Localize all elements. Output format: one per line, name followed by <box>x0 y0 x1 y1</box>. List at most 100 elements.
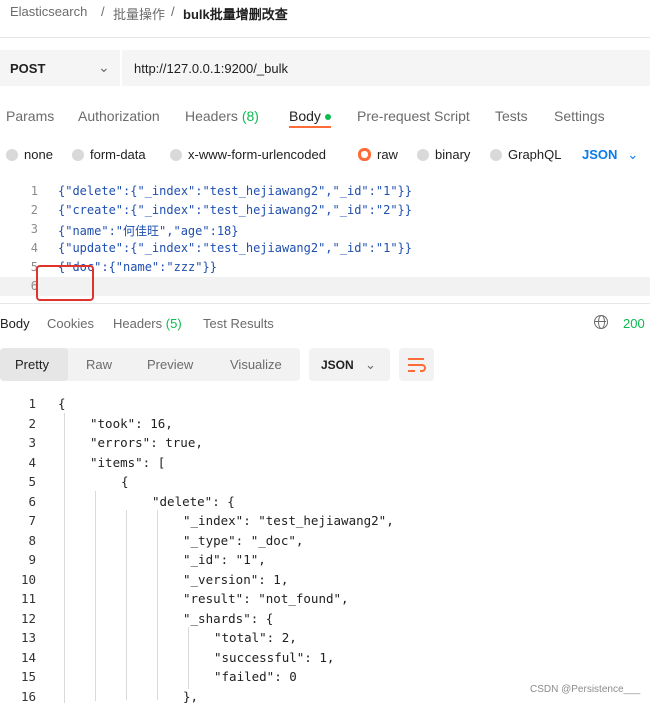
radio-graphql[interactable]: GraphQL <box>490 147 561 162</box>
code-line: {"create":{"_index":"test_hejiawang2","_… <box>58 203 412 217</box>
breadcrumb-root[interactable]: Elasticsearch <box>10 4 87 19</box>
tab-authorization[interactable]: Authorization <box>78 108 160 124</box>
view-mode-segmented: Pretty Raw Preview Visualize <box>0 348 300 381</box>
line-number: 6 <box>0 279 38 293</box>
breadcrumb-folder[interactable]: 批量操作 <box>113 4 165 23</box>
body-format-select[interactable]: JSON⌄ <box>582 147 638 163</box>
watermark: CSDN @Persistence___ <box>530 684 640 695</box>
response-line: 3 "errors": true, <box>0 432 650 452</box>
response-line: 8"_type": "_doc", <box>0 530 650 550</box>
code-line: "errors": true, <box>90 435 203 450</box>
response-line: 7"_index": "test_hejiawang2", <box>0 510 650 530</box>
url-input[interactable]: http://127.0.0.1:9200/_bulk <box>122 50 650 86</box>
radio-form-data[interactable]: form-data <box>72 147 146 162</box>
radio-circle-icon <box>417 149 429 161</box>
response-format-label: JSON <box>321 358 354 372</box>
code-line: }, <box>183 689 198 704</box>
response-line: 5{ <box>0 471 650 491</box>
line-number: 4 <box>0 241 38 255</box>
editor-line: 5 {"doc":{"name":"zzz"}} <box>0 258 650 277</box>
active-tab-indicator <box>289 126 331 128</box>
code-line: "total": 2, <box>214 630 297 645</box>
tab-settings[interactable]: Settings <box>554 108 605 124</box>
chevron-down-icon: ⌄ <box>627 147 638 162</box>
radio-circle-icon <box>6 149 18 161</box>
chevron-down-icon: ⌄ <box>365 357 376 373</box>
request-body-editor[interactable]: 1 {"delete":{"_index":"test_hejiawang2",… <box>0 182 650 300</box>
code-line: "items": [ <box>90 455 165 470</box>
view-pretty-label: Pretty <box>15 357 49 372</box>
status-code[interactable]: 200 <box>623 316 645 331</box>
method-select[interactable]: POST ⌄ <box>0 50 120 86</box>
method-label: POST <box>10 61 45 76</box>
line-number: 4 <box>0 455 36 470</box>
radio-binary[interactable]: binary <box>417 147 470 162</box>
wrap-lines-button[interactable] <box>399 348 434 381</box>
tab-body[interactable]: Body <box>289 108 331 124</box>
line-number: 3 <box>0 435 36 450</box>
tab-params[interactable]: Params <box>6 108 54 124</box>
response-line: 11"result": "not_found", <box>0 588 650 608</box>
code-line: "took": 16, <box>90 416 173 431</box>
breadcrumb-separator: / <box>101 4 105 19</box>
tab-headers-count: (8) <box>242 108 259 124</box>
tab-prerequest-script[interactable]: Pre-request Script <box>357 108 470 124</box>
request-url-bar: POST ⌄ http://127.0.0.1:9200/_bulk <box>0 50 650 86</box>
radio-raw-label: raw <box>377 147 398 162</box>
response-view-bar: Pretty Raw Preview Visualize JSON ⌄ <box>0 348 650 382</box>
line-number: 11 <box>0 591 36 606</box>
view-preview-button[interactable]: Preview <box>132 348 208 381</box>
tab-test-results[interactable]: Test Results <box>203 316 274 331</box>
view-pretty-button[interactable]: Pretty <box>0 348 68 381</box>
line-number: 1 <box>0 396 36 411</box>
line-number: 6 <box>0 494 36 509</box>
line-number: 2 <box>0 203 38 217</box>
tab-headers[interactable]: Headers (8) <box>185 108 259 124</box>
tab-response-headers[interactable]: Headers (5) <box>113 316 182 331</box>
response-line: 15"failed": 0 <box>0 666 650 686</box>
view-visualize-label: Visualize <box>230 357 282 372</box>
response-line: 10"_version": 1, <box>0 569 650 589</box>
editor-line: 2 {"create":{"_index":"test_hejiawang2",… <box>0 201 650 220</box>
response-format-select[interactable]: JSON ⌄ <box>309 348 390 381</box>
divider <box>0 303 650 304</box>
editor-line: 3 {"name":"何佳旺","age":18} <box>0 220 650 239</box>
tab-tests[interactable]: Tests <box>495 108 528 124</box>
response-body-viewer[interactable]: 1{ 2"took": 16, 3"errors": true, 4"items… <box>0 393 650 699</box>
code-line: "_version": 1, <box>183 572 288 587</box>
radio-binary-label: binary <box>435 147 470 162</box>
radio-form-data-label: form-data <box>90 147 146 162</box>
code-line: "_shards": { <box>183 611 273 626</box>
line-number: 14 <box>0 650 36 665</box>
radio-none[interactable]: none <box>6 147 53 162</box>
radio-graphql-label: GraphQL <box>508 147 561 162</box>
tab-response-body[interactable]: Body <box>0 316 30 331</box>
radio-circle-icon <box>72 149 84 161</box>
code-line: { <box>58 396 66 411</box>
response-line: 13"total": 2, <box>0 627 650 647</box>
breadcrumb-current: bulk批量增删改查 <box>183 4 288 23</box>
radio-raw[interactable]: raw <box>359 147 398 162</box>
editor-line: 4 {"update":{"_index":"test_hejiawang2",… <box>0 239 650 258</box>
wrap-lines-icon-part <box>408 364 420 366</box>
code-line: "_id": "1", <box>183 552 266 567</box>
radio-circle-icon <box>170 149 182 161</box>
radio-urlencoded[interactable]: x-www-form-urlencoded <box>170 147 326 162</box>
breadcrumb-separator: / <box>171 4 175 19</box>
code-line: {"update":{"_index":"test_hejiawang2","_… <box>58 241 412 255</box>
response-line: 12"_shards": { <box>0 608 650 628</box>
globe-icon[interactable] <box>594 315 608 329</box>
line-number: 2 <box>0 416 36 431</box>
divider <box>0 37 650 38</box>
tab-cookies[interactable]: Cookies <box>47 316 94 331</box>
view-raw-button[interactable]: Raw <box>72 348 128 381</box>
line-number: 1 <box>0 184 38 198</box>
view-visualize-button[interactable]: Visualize <box>214 348 298 381</box>
view-preview-label: Preview <box>147 357 193 372</box>
highlight-box <box>36 265 94 301</box>
response-line: 1{ <box>0 393 650 413</box>
line-number: 16 <box>0 689 36 704</box>
code-line: { <box>121 474 129 489</box>
radio-circle-icon <box>490 149 502 161</box>
view-raw-label: Raw <box>86 357 112 372</box>
